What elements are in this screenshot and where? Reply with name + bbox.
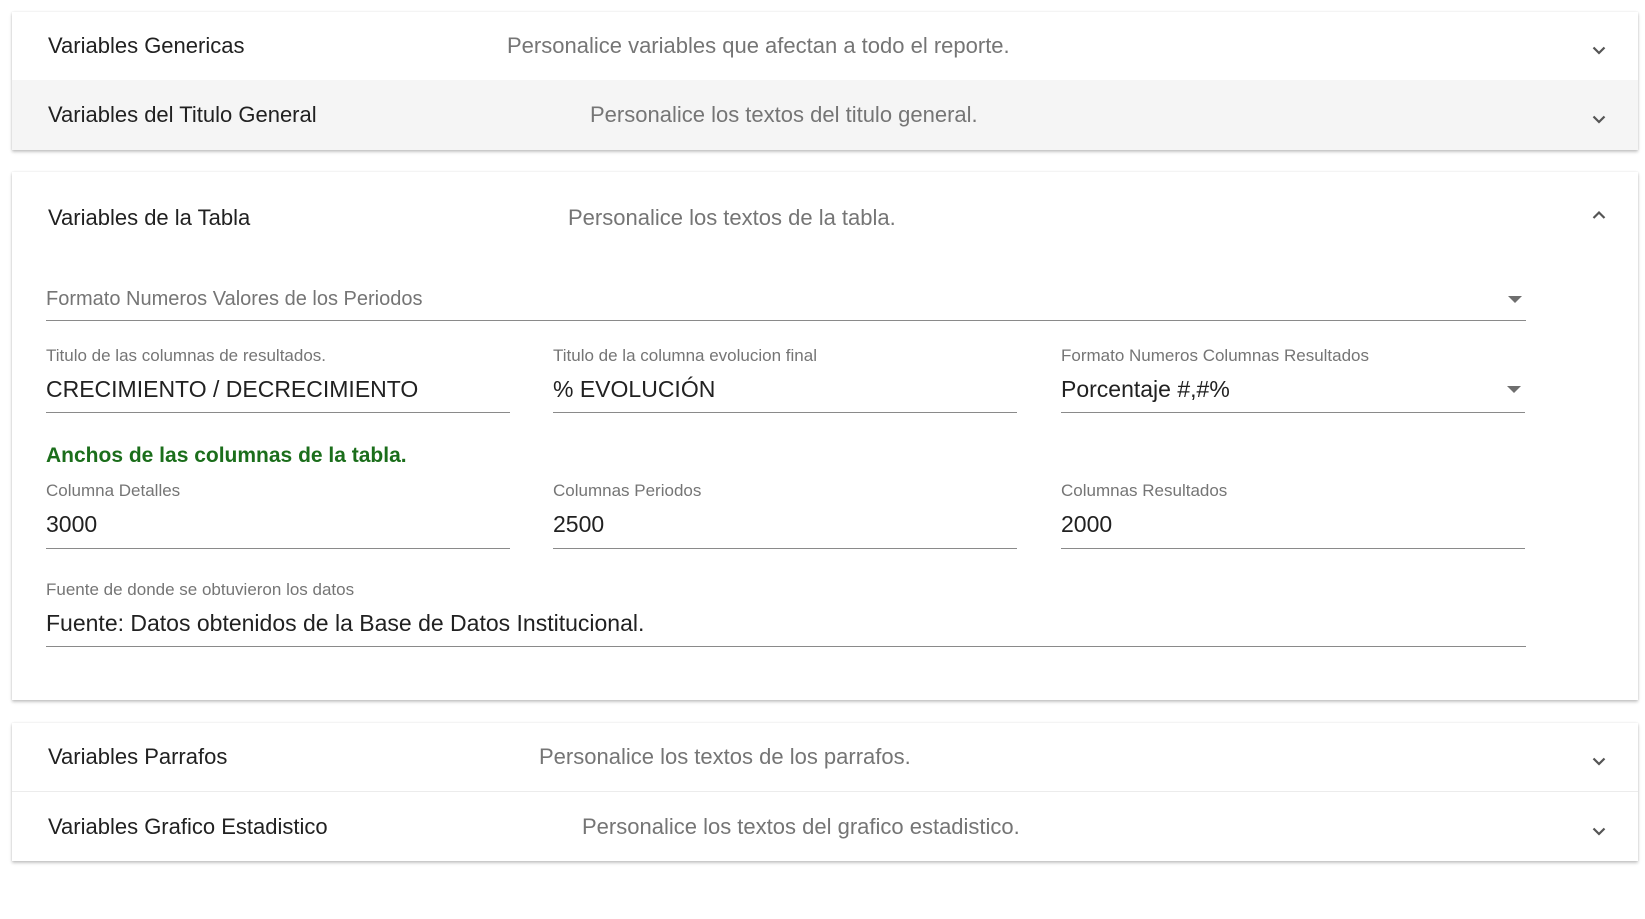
panel-description: Personalice los textos de los parrafos.: [539, 744, 911, 769]
field-label: Columna Detalles: [46, 481, 181, 500]
panel-title: Variables Genericas: [48, 33, 245, 58]
column-widths-heading: Anchos de las columnas de la tabla.: [46, 444, 407, 467]
panel-group-top: Variables Genericas Personalice variable…: [12, 12, 1638, 150]
chevron-down-icon[interactable]: [1592, 43, 1606, 57]
field-underline: [46, 320, 1526, 321]
field-underline: [46, 548, 510, 549]
col-periodos-input[interactable]: 2500: [553, 511, 1017, 541]
panel-title: Variables del Titulo General: [48, 102, 317, 127]
col-detalles-field[interactable]: Columna Detalles 3000: [46, 481, 510, 549]
field-label: Titulo de la columna evolucion final: [553, 346, 817, 365]
arrow-drop-down-icon: [1508, 296, 1522, 303]
panel-header-grafico[interactable]: Variables Grafico Estadistico Personalic…: [12, 792, 1638, 861]
panel-group-bottom: Variables Parrafos Personalice los texto…: [12, 723, 1638, 861]
evolution-title-field[interactable]: Titulo de la columna evolucion final % E…: [553, 346, 1017, 414]
chevron-down-icon[interactable]: [1592, 824, 1606, 838]
field-underline: [553, 548, 1017, 549]
panel-title: Variables de la Tabla: [48, 205, 251, 230]
field-label: Columnas Resultados: [1061, 481, 1228, 500]
chevron-down-icon[interactable]: [1592, 754, 1606, 768]
field-underline: [46, 646, 1526, 647]
results-format-value[interactable]: Porcentaje #,#%: [1061, 376, 1525, 406]
results-format-select[interactable]: Formato Numeros Columnas Resultados Porc…: [1061, 346, 1525, 414]
panel-header-genericas[interactable]: Variables Genericas Personalice variable…: [12, 12, 1638, 80]
panel-description: Personalice los textos del titulo genera…: [590, 102, 978, 127]
format-periods-select[interactable]: Formato Numeros Valores de los Periodos: [46, 288, 1526, 322]
panel-description: Personalice los textos del grafico estad…: [582, 813, 1020, 839]
source-input[interactable]: Fuente: Datos obtenidos de la Base de Da…: [46, 610, 1526, 640]
panel-description: Personalice variables que afectan a todo…: [507, 33, 1010, 58]
panel-tabla: Variables de la Tabla Personalice los te…: [12, 172, 1638, 700]
panel-header-parrafos[interactable]: Variables Parrafos Personalice los texto…: [12, 723, 1638, 791]
format-periods-placeholder: Formato Numeros Valores de los Periodos: [46, 288, 423, 310]
col-detalles-input[interactable]: 3000: [46, 511, 510, 541]
field-underline: [553, 412, 1017, 413]
results-title-field[interactable]: Titulo de las columnas de resultados. CR…: [46, 346, 510, 414]
field-underline: [1061, 412, 1525, 413]
arrow-drop-down-icon: [1507, 386, 1521, 393]
source-field[interactable]: Fuente de donde se obtuvieron los datos …: [46, 580, 1526, 648]
chevron-up-icon[interactable]: [1592, 208, 1606, 222]
results-title-input[interactable]: CRECIMIENTO / DECRECIMIENTO: [46, 376, 510, 406]
field-label: Titulo de las columnas de resultados.: [46, 346, 327, 365]
col-resultados-input[interactable]: 2000: [1061, 511, 1525, 541]
field-underline: [1061, 548, 1525, 549]
evolution-title-input[interactable]: % EVOLUCIÓN: [553, 376, 1017, 406]
panel-title: Variables Parrafos: [48, 744, 228, 769]
chevron-down-icon[interactable]: [1592, 112, 1606, 126]
field-label: Formato Numeros Columnas Resultados: [1061, 346, 1370, 365]
col-periodos-field[interactable]: Columnas Periodos 2500: [553, 481, 1017, 549]
panel-description: Personalice los textos de la tabla.: [568, 205, 896, 230]
col-resultados-field[interactable]: Columnas Resultados 2000: [1061, 481, 1525, 549]
field-label: Columnas Periodos: [553, 481, 702, 500]
field-underline: [46, 412, 510, 413]
panel-header-titulo-general[interactable]: Variables del Titulo General Personalice…: [12, 80, 1638, 150]
panel-title: Variables Grafico Estadistico: [48, 813, 328, 839]
panel-header-tabla[interactable]: Variables de la Tabla Personalice los te…: [12, 172, 1638, 264]
field-label: Fuente de donde se obtuvieron los datos: [46, 580, 355, 599]
